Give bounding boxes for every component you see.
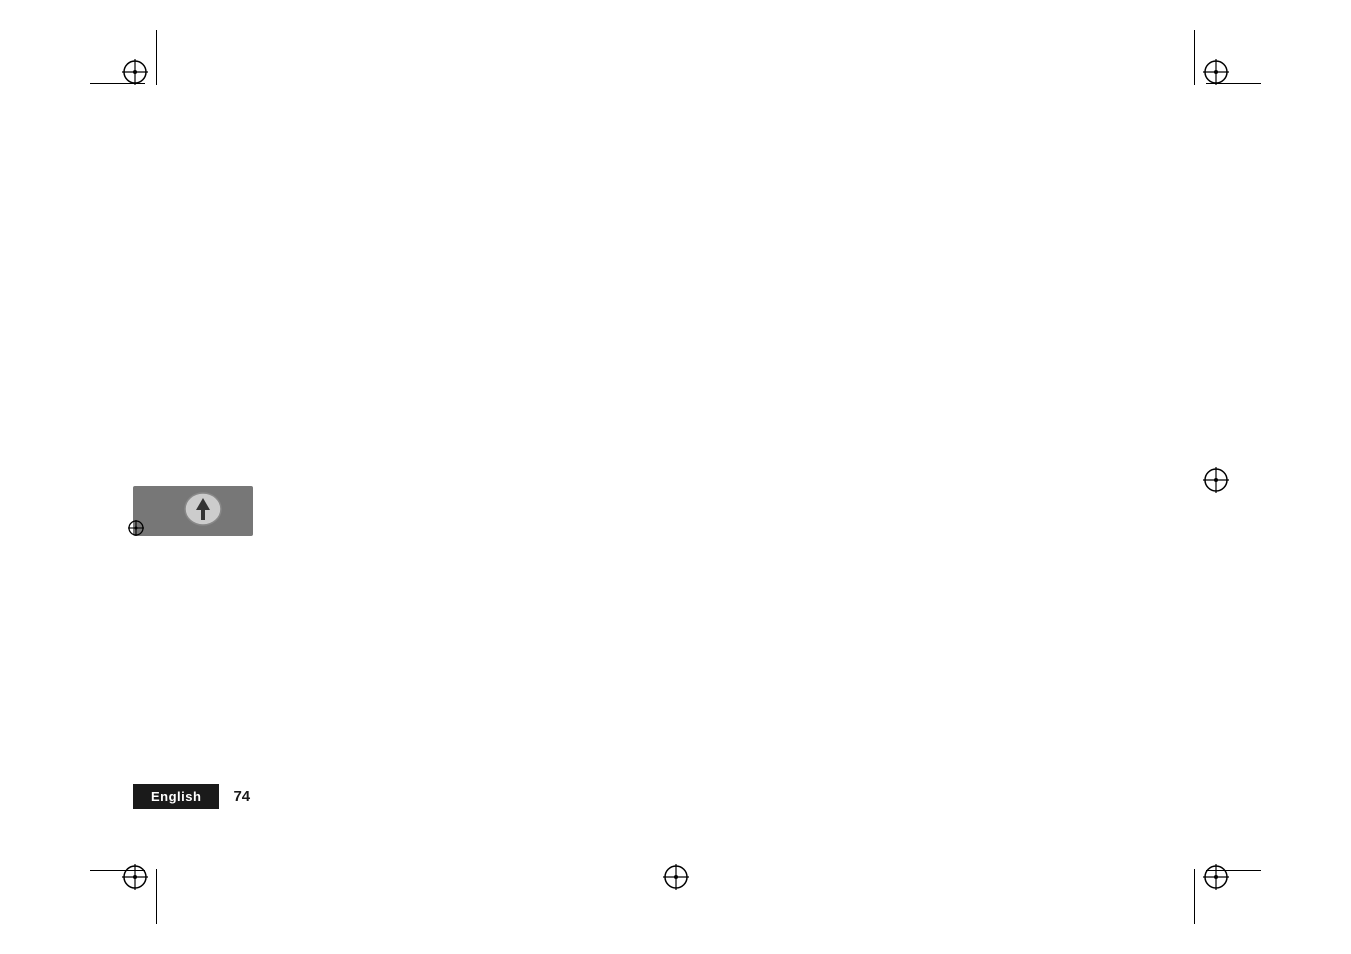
language-badge: English [133, 784, 219, 809]
corner-vline-bottom-left [156, 869, 157, 924]
corner-vline-bottom-right [1194, 869, 1195, 924]
reg-mark-top-left [115, 52, 155, 97]
footer-bar: English 74 [133, 784, 250, 809]
corner-vline-top-right [1194, 30, 1195, 85]
ui-widget[interactable] [133, 486, 253, 536]
page-number: 74 [233, 788, 250, 805]
upload-button[interactable] [183, 490, 223, 533]
widget-crosshair-icon [125, 517, 147, 544]
reg-mark-bottom-center [656, 857, 696, 902]
reg-mark-mid-right [1196, 460, 1236, 505]
reg-mark-top-right [1196, 52, 1236, 97]
reg-mark-bottom-right [1196, 857, 1236, 902]
corner-vline-top-left [156, 30, 157, 85]
reg-mark-bottom-left [115, 857, 155, 902]
